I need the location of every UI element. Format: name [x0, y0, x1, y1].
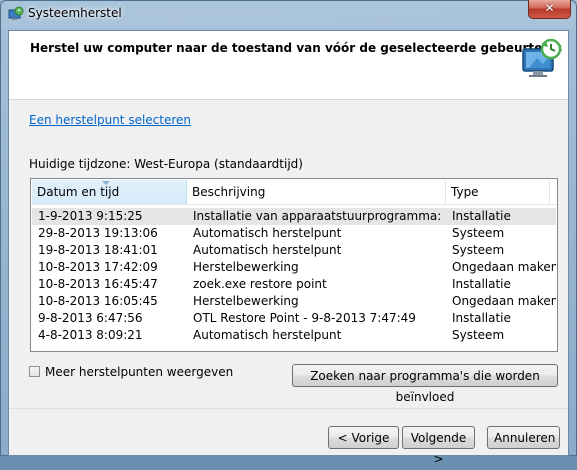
select-restore-point-link[interactable]: Een herstelpunt selecteren: [29, 113, 191, 127]
table-row[interactable]: 10-8-2013 16:05:45 Herstelbewerking Onge…: [32, 293, 556, 310]
close-icon: ✕: [544, 1, 555, 15]
column-header-description[interactable]: Beschrijving: [187, 180, 446, 204]
table-row[interactable]: 4-8-2013 8:09:21 Automatisch herstelpunt…: [32, 327, 556, 344]
table-row[interactable]: 9-8-2013 6:47:56 OTL Restore Point - 9-8…: [32, 310, 556, 327]
list-header: Datum en tijd Beschrijving Type: [32, 180, 556, 205]
column-header-date[interactable]: Datum en tijd: [32, 180, 187, 204]
system-restore-icon: [8, 6, 24, 20]
title-bar[interactable]: Systeemherstel ✕: [0, 0, 577, 28]
restore-points-list[interactable]: Datum en tijd Beschrijving Type 1-9-2013…: [30, 178, 558, 352]
system-restore-window: Systeemherstel ✕ Herstel uw computer naa…: [0, 0, 577, 466]
close-button[interactable]: ✕: [528, 0, 571, 19]
more-restore-points-checkbox[interactable]: [29, 366, 40, 377]
window-title: Systeemherstel: [28, 6, 122, 20]
scan-affected-programs-button[interactable]: Zoeken naar programma's die worden beïnv…: [292, 364, 558, 404]
table-row[interactable]: 29-8-2013 19:13:06 Automatisch herstelpu…: [32, 225, 556, 242]
dialog-client-area: Herstel uw computer naar de toestand van…: [8, 30, 569, 466]
timezone-label: Huidige tijdzone: West-Europa (standaard…: [29, 157, 303, 171]
table-row[interactable]: 10-8-2013 16:45:47 zoek.exe restore poin…: [32, 276, 556, 293]
next-button[interactable]: Volgende >: [402, 426, 475, 466]
page-title: Herstel uw computer naar de toestand van…: [30, 41, 563, 55]
cancel-button[interactable]: Annuleren: [487, 426, 560, 449]
sort-arrow-icon: [102, 181, 110, 185]
system-restore-icon: [522, 38, 562, 77]
wizard-header: Herstel uw computer naar de toestand van…: [9, 31, 568, 100]
column-header-type[interactable]: Type: [446, 180, 550, 204]
footer-divider: [9, 408, 568, 409]
table-row[interactable]: 19-8-2013 18:41:01 Automatisch herstelpu…: [32, 242, 556, 259]
checkbox-label: Meer herstelpunten weergeven: [45, 365, 234, 379]
list-rows: 1-9-2013 9:15:25 Installatie van apparaa…: [32, 208, 556, 344]
table-row[interactable]: 1-9-2013 9:15:25 Installatie van apparaa…: [32, 208, 556, 225]
back-button[interactable]: < Vorige: [328, 426, 399, 449]
table-row[interactable]: 10-8-2013 17:42:09 Herstelbewerking Onge…: [32, 259, 556, 276]
